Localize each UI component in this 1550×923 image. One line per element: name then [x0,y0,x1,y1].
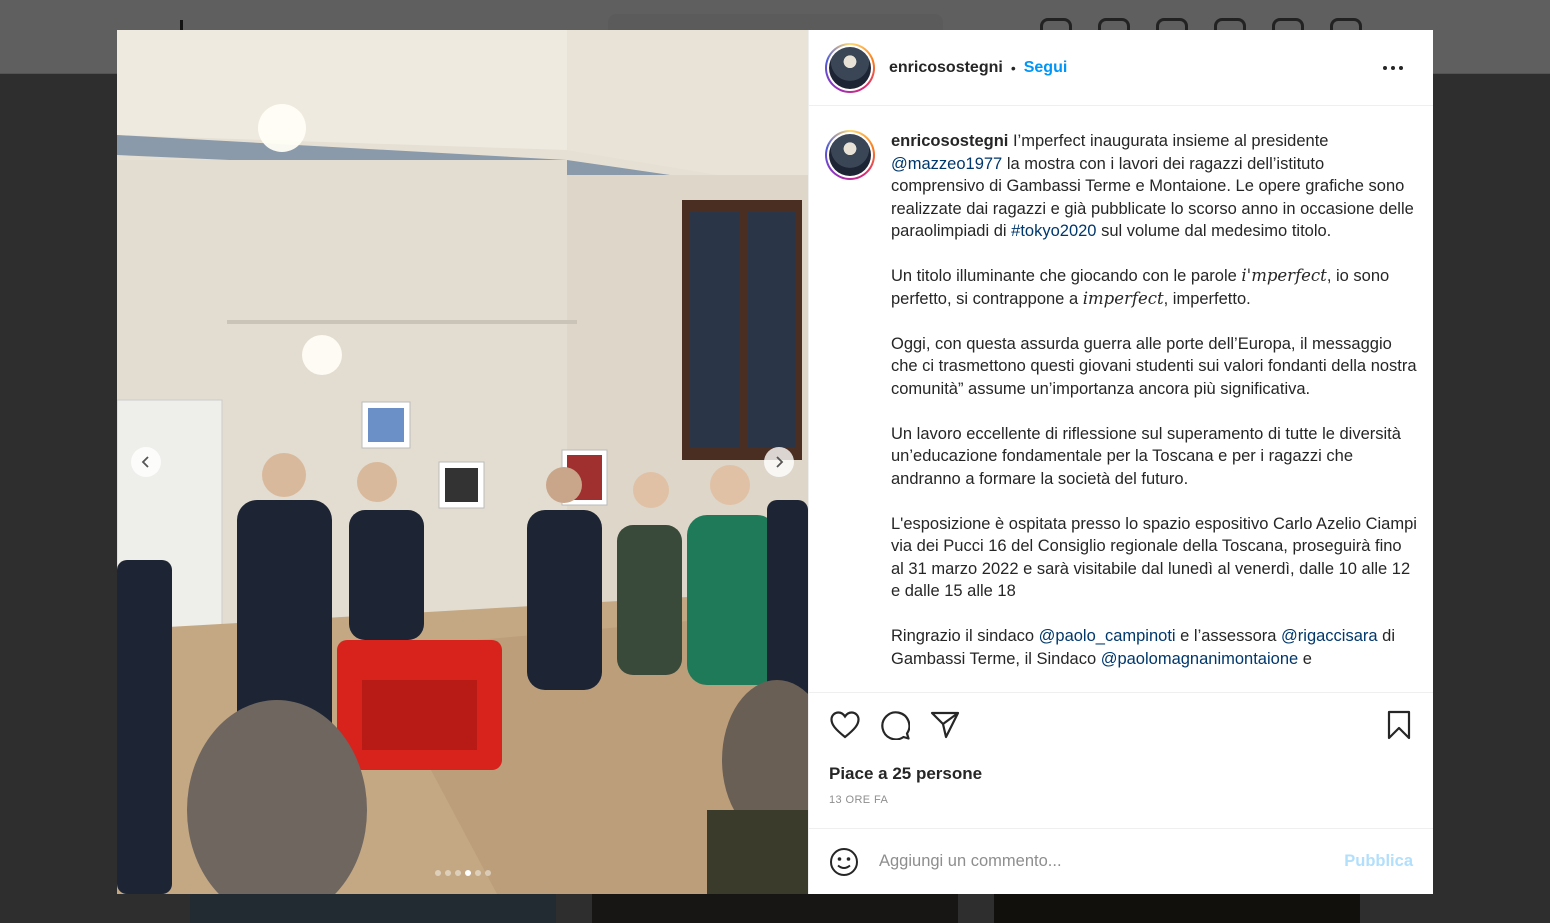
comment-icon [881,710,910,740]
heart-icon [830,710,860,738]
comment-button[interactable] [877,707,913,743]
mention-link[interactable]: @mazzeo1977 [891,155,1002,173]
post-sidebar: enricosostegni • Segui enricosostegni I’… [808,30,1433,894]
caption-avatar[interactable] [825,130,875,180]
bookmark-icon [1387,710,1411,739]
mention-link[interactable]: @paolomagnanimontaione [1101,650,1298,668]
caption-styled-word: imperfect [1082,288,1164,308]
carousel-dot [444,870,451,876]
post-modal: enricosostegni • Segui enricosostegni I’… [117,30,1433,894]
follow-button[interactable]: Segui [1024,59,1068,77]
avatar[interactable] [825,42,875,93]
paper-plane-icon [930,711,960,738]
caption-text-segment: I’mperfect inaugurata insieme al preside… [1008,132,1334,150]
post-media [117,30,808,894]
caption-styled-word: i'mperfect [1241,266,1327,285]
post-timestamp[interactable]: 13 ORE FA [809,788,1433,828]
chevron-right-icon [776,456,784,468]
share-button[interactable] [927,707,963,743]
chevron-left-icon [141,456,149,468]
carousel-dot [474,870,481,876]
carousel-indicator [117,870,808,876]
caption-username[interactable]: enricosostegni [891,132,1008,150]
caption-text-segment: e l’assessora [1175,627,1282,645]
carousel-prev-button[interactable] [131,447,161,477]
post-author-username[interactable]: enricosostegni [889,59,1003,77]
carousel-dot [454,870,461,876]
comment-composer: Pubblica [809,828,1433,894]
post-header: enricosostegni • Segui [809,30,1433,106]
caption-text: enricosostegni I’mperfect inaugurata ins… [891,130,1417,670]
caption-text-segment: , imperfetto. Oggi, con questa assurda g… [891,289,1417,646]
publish-button[interactable]: Pubblica [1344,852,1413,871]
post-photo [117,30,808,894]
caption: enricosostegni I’mperfect inaugurata ins… [825,130,1417,670]
hashtag-link[interactable]: #tokyo2020 [1011,222,1096,240]
likes-count[interactable]: Piace a 25 persone [809,756,1433,788]
carousel-dot [484,870,491,876]
smiley-icon[interactable] [829,847,859,877]
header-separator: • [1010,59,1016,76]
action-bar [809,692,1433,756]
carousel-dot [434,870,441,876]
mention-link[interactable]: @rigaccisara [1281,627,1378,645]
save-button[interactable] [1381,707,1417,743]
more-options-button[interactable] [1377,60,1409,76]
carousel-dot [464,870,471,876]
carousel-next-button[interactable] [764,447,794,477]
like-button[interactable] [827,707,863,743]
mention-link[interactable]: @paolo_campinoti [1039,627,1176,645]
caption-text-segment: e [1298,649,1312,668]
caption-scroll-area[interactable]: enricosostegni I’mperfect inaugurata ins… [809,106,1433,692]
more-horizontal-icon [1383,65,1387,70]
comment-input[interactable] [879,852,1345,871]
